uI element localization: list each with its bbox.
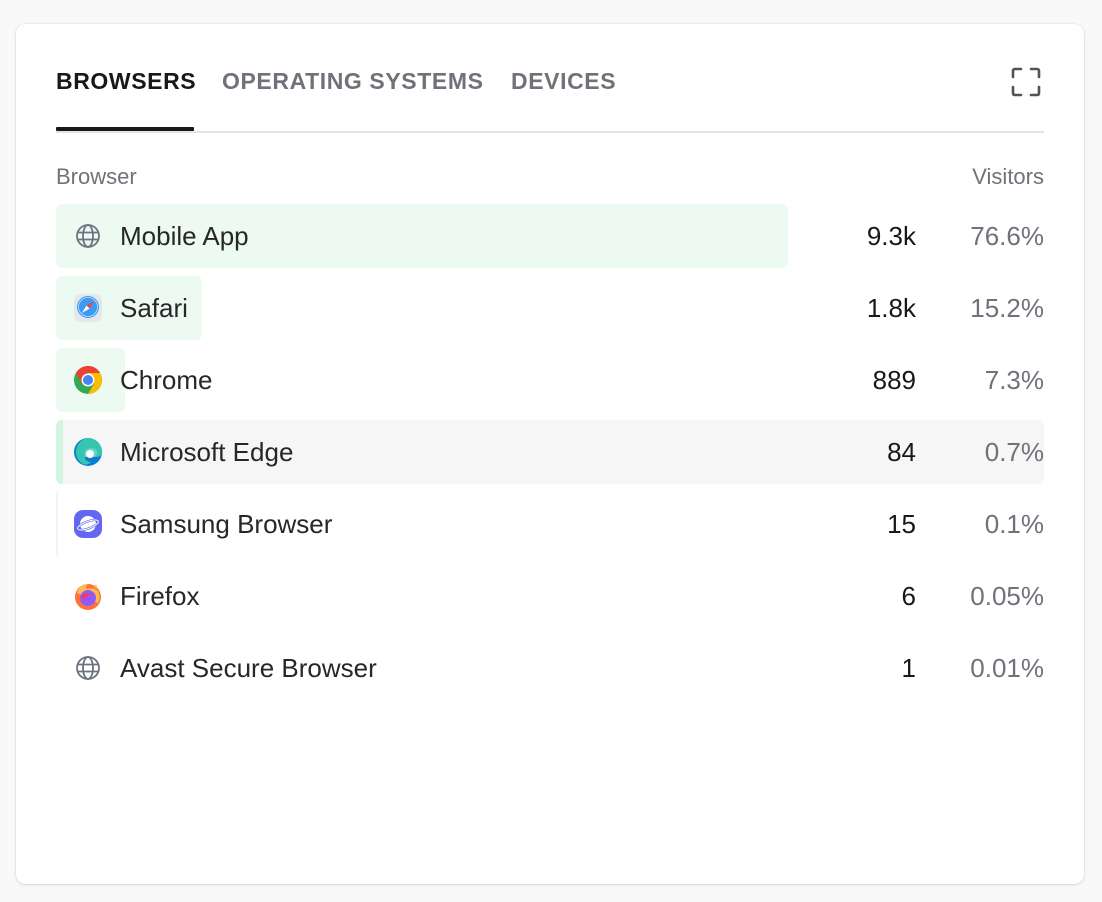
- tab-devices[interactable]: DEVICES: [511, 68, 616, 95]
- samsung-browser-icon: [72, 508, 104, 540]
- row-label: Chrome: [120, 365, 213, 395]
- table-row[interactable]: Safari 1.8k 15.2%: [56, 276, 1044, 340]
- row-label: Samsung Browser: [120, 509, 333, 539]
- percentage-bar: [56, 420, 63, 484]
- row-count: 1.8k: [866, 293, 916, 323]
- row-count: 889: [872, 365, 916, 395]
- table-row[interactable]: Chrome 889 7.3%: [56, 348, 1044, 412]
- row-label: Firefox: [120, 581, 200, 611]
- tab-bar: BROWSERS OPERATING SYSTEMS DEVICES: [56, 24, 1044, 133]
- table-row[interactable]: Samsung Browser 15 0.1%: [56, 492, 1044, 556]
- firefox-icon: [72, 580, 104, 612]
- table-row[interactable]: Mobile App 9.3k 76.6%: [56, 204, 1044, 268]
- browsers-card: BROWSERS OPERATING SYSTEMS DEVICES Brows…: [16, 24, 1084, 884]
- column-header-visitors: Visitors: [972, 164, 1044, 189]
- globe-icon: [72, 652, 104, 684]
- table-row[interactable]: Microsoft Edge 84 0.7%: [56, 420, 1044, 484]
- percentage-bar: [56, 492, 58, 556]
- row-percent: 76.6%: [970, 221, 1044, 251]
- row-percent: 0.1%: [984, 509, 1044, 539]
- tab-browsers[interactable]: BROWSERS: [56, 68, 196, 95]
- row-label: Avast Secure Browser: [120, 653, 377, 683]
- row-count: 84: [887, 437, 916, 467]
- active-tab-indicator: [56, 127, 194, 131]
- row-count: 6: [901, 581, 916, 611]
- table-row[interactable]: Avast Secure Browser 1 0.01%: [56, 636, 1044, 700]
- row-label: Microsoft Edge: [120, 437, 294, 467]
- row-count: 1: [901, 653, 916, 683]
- expand-button[interactable]: [1010, 66, 1042, 98]
- table-row[interactable]: Firefox 6 0.05%: [56, 564, 1044, 628]
- safari-icon: [72, 292, 104, 324]
- row-label: Safari: [120, 293, 188, 323]
- row-count: 15: [887, 509, 916, 539]
- chrome-icon: [72, 364, 104, 396]
- row-percent: 0.7%: [984, 437, 1044, 467]
- row-percent: 0.01%: [970, 653, 1044, 683]
- tab-operating-systems[interactable]: OPERATING SYSTEMS: [222, 68, 484, 95]
- row-label: Mobile App: [120, 221, 249, 251]
- expand-icon: [1011, 67, 1041, 97]
- row-percent: 15.2%: [970, 293, 1044, 323]
- column-header-browser: Browser: [56, 164, 137, 189]
- row-percent: 0.05%: [970, 581, 1044, 611]
- row-count: 9.3k: [866, 221, 916, 251]
- row-percent: 7.3%: [984, 365, 1044, 395]
- globe-icon: [72, 220, 104, 252]
- edge-icon: [72, 436, 104, 468]
